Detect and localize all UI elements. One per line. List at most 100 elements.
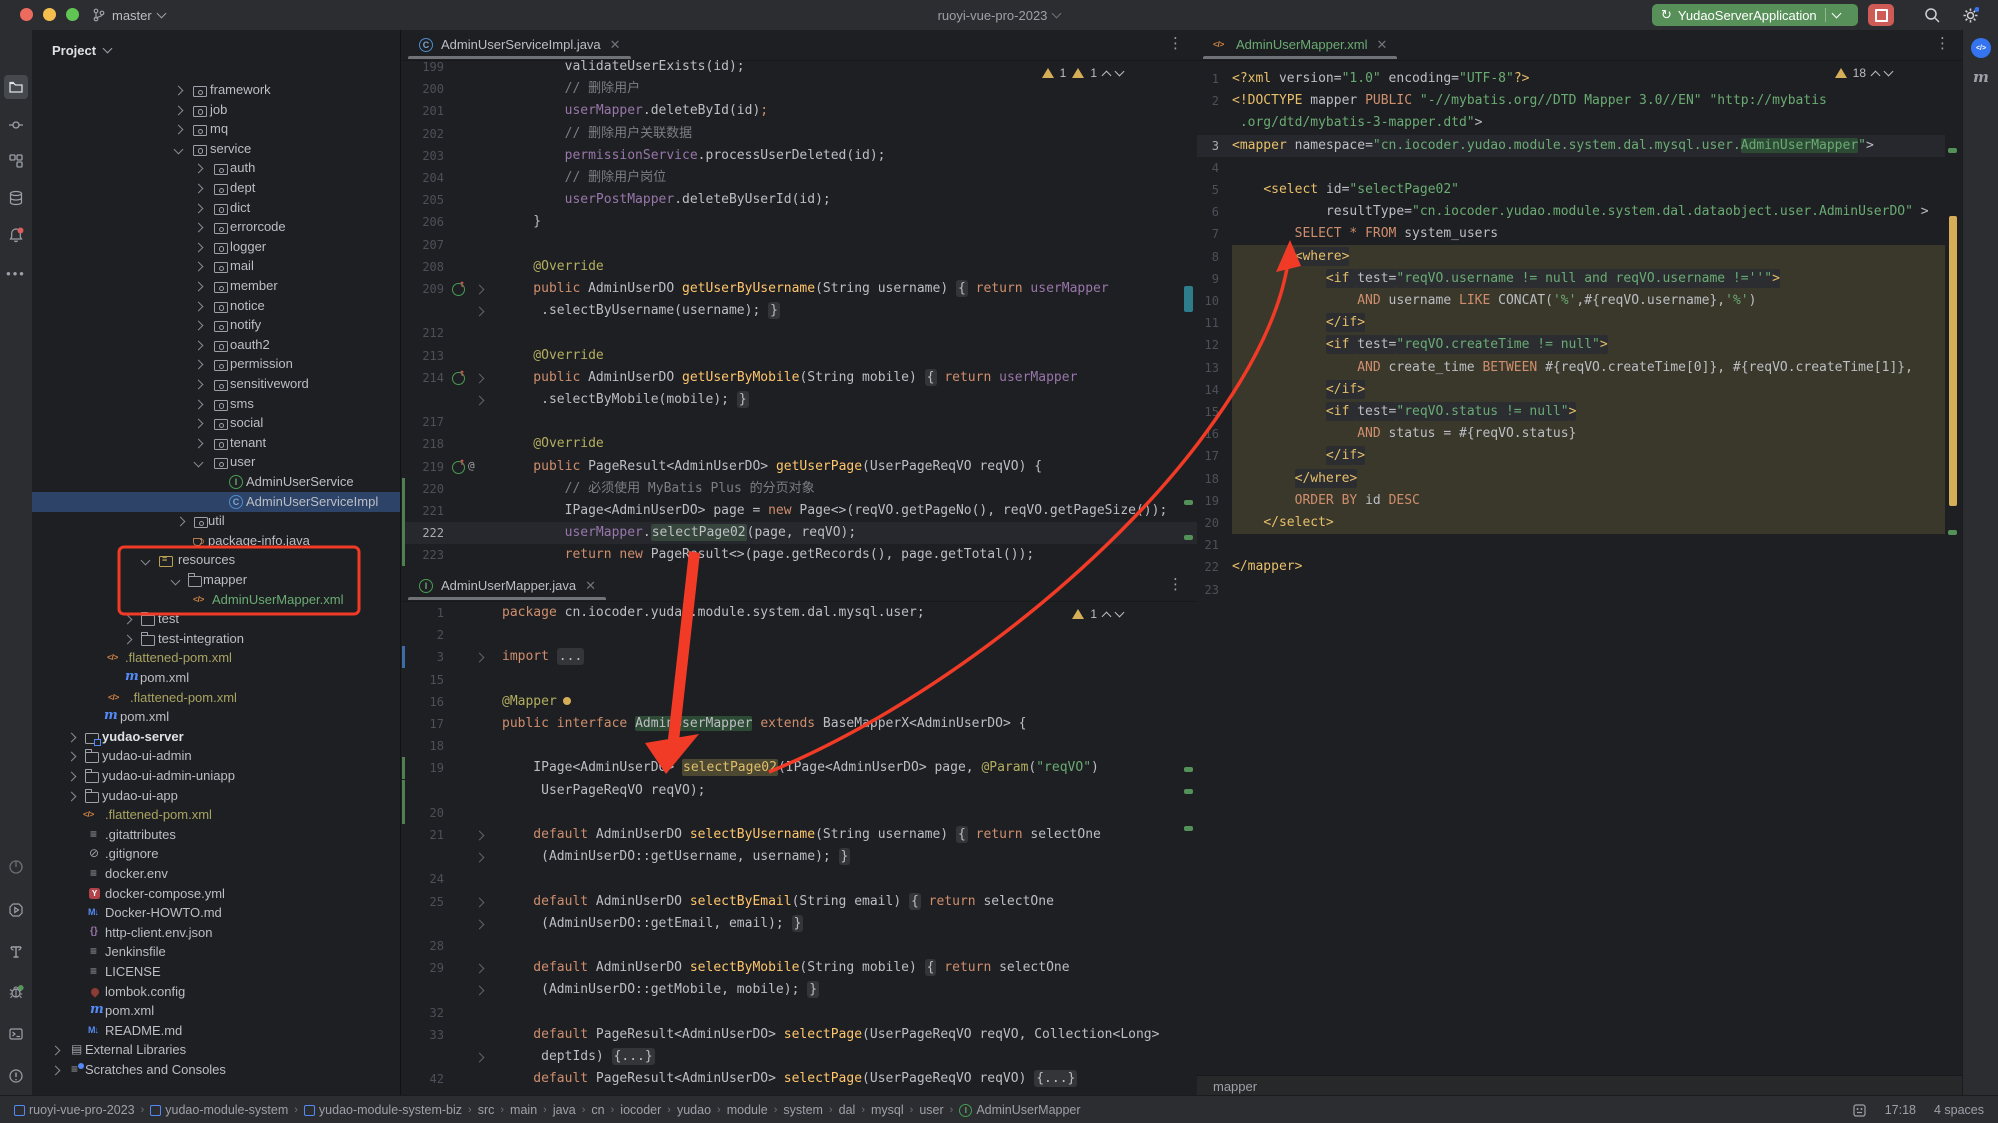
editor-pane-service-impl[interactable]: AdminUserServiceImpl.java ✕ ⋮ 199 valida…: [402, 30, 1198, 571]
tree-item-yudao-server[interactable]: yudao-server: [32, 727, 400, 747]
expand-icon[interactable]: [174, 105, 184, 115]
tree-item-adminuserserviceimpl[interactable]: AdminUserServiceImpl: [32, 492, 400, 512]
tree-item-docker-compose-yml[interactable]: docker-compose.yml: [32, 884, 400, 904]
tree-item-adminusermapper-xml[interactable]: AdminUserMapper.xml: [32, 590, 400, 610]
expand-icon[interactable]: [67, 791, 77, 801]
bottom-editor-inspection-widget[interactable]: 1: [1068, 605, 1127, 623]
status-crumb-iocoder[interactable]: iocoder: [620, 1103, 661, 1117]
fold-icon[interactable]: [475, 831, 485, 841]
tree-item-user[interactable]: user: [32, 452, 400, 472]
commit-tool-icon[interactable]: [4, 113, 28, 137]
tree-item-job[interactable]: job: [32, 100, 400, 120]
project-tool-icon[interactable]: [4, 75, 28, 99]
tree-item-mail[interactable]: mail: [32, 256, 400, 276]
tree-item-test[interactable]: test: [32, 609, 400, 629]
tree-item--flattened-pom-xml[interactable]: .flattened-pom.xml: [32, 805, 400, 825]
tree-item-social[interactable]: social: [32, 413, 400, 433]
expand-icon[interactable]: [194, 438, 204, 448]
expand-icon[interactable]: [194, 223, 204, 233]
override-gutter-icon[interactable]: [452, 461, 465, 474]
expand-icon[interactable]: [174, 86, 184, 96]
tree-item-tenant[interactable]: tenant: [32, 433, 400, 453]
expand-icon[interactable]: [194, 419, 204, 429]
tree-item-resources[interactable]: resources: [32, 550, 400, 570]
terminal-tool-icon[interactable]: [4, 1022, 28, 1046]
tree-item-notify[interactable]: notify: [32, 315, 400, 335]
status-breadcrumbs[interactable]: ruoyi-vue-pro-2023›yudao-module-system›y…: [0, 1103, 1081, 1117]
next-warning-icon[interactable]: [1115, 608, 1125, 618]
expand-icon[interactable]: [194, 399, 204, 409]
tab-close-icon[interactable]: ✕: [610, 37, 621, 53]
fold-icon[interactable]: [475, 919, 485, 929]
scrollbar-mark-green-2[interactable]: [1184, 789, 1193, 794]
tree-item-adminuserservice[interactable]: AdminUserService: [32, 472, 400, 492]
expand-icon[interactable]: [67, 732, 77, 742]
expand-icon[interactable]: [194, 184, 204, 194]
fold-icon[interactable]: [475, 285, 485, 295]
tree-item-jenkinsfile[interactable]: Jenkinsfile: [32, 942, 400, 962]
tab-admin-user-mapper-xml[interactable]: AdminUserMapper.xml ✕: [1203, 30, 1397, 59]
services-tool-icon[interactable]: [4, 898, 28, 922]
tree-item-service[interactable]: service: [32, 139, 400, 159]
fold-icon[interactable]: [475, 307, 485, 317]
tree-item-pom-xml[interactable]: pom.xml: [32, 668, 400, 688]
prev-warning-icon[interactable]: [1871, 70, 1881, 80]
expand-icon[interactable]: [194, 262, 204, 272]
tree-item-oauth2[interactable]: oauth2: [32, 335, 400, 355]
tree-item-dept[interactable]: dept: [32, 178, 400, 198]
project-panel-header[interactable]: Project: [32, 30, 401, 70]
expand-icon[interactable]: [194, 360, 204, 370]
next-warning-icon[interactable]: [1884, 67, 1894, 77]
status-crumb-java[interactable]: java: [553, 1103, 576, 1117]
fold-icon[interactable]: [475, 373, 485, 383]
tree-item-auth[interactable]: auth: [32, 158, 400, 178]
status-crumb-main[interactable]: main: [510, 1103, 537, 1117]
tree-item-docker-howto-md[interactable]: Docker-HOWTO.md: [32, 903, 400, 923]
tree-item--flattened-pom-xml[interactable]: .flattened-pom.xml: [32, 688, 400, 708]
tree-item-mq[interactable]: mq: [32, 119, 400, 139]
tree-item--gitattributes[interactable]: .gitattributes: [32, 825, 400, 845]
search-icon[interactable]: [1924, 7, 1941, 24]
tree-item-http-client-env-json[interactable]: http-client.env.json: [32, 923, 400, 943]
tree-item-mapper[interactable]: mapper: [32, 570, 400, 590]
ai-assistant-icon[interactable]: </>: [1971, 38, 1991, 58]
collapse-icon[interactable]: [194, 458, 204, 468]
status-crumb-mysql[interactable]: mysql: [871, 1103, 904, 1117]
expand-icon[interactable]: [194, 164, 204, 174]
database-tool-icon[interactable]: [4, 186, 28, 210]
scrollbar-mark-green-2[interactable]: [1948, 530, 1957, 535]
stop-button[interactable]: [1868, 4, 1894, 26]
tree-item-scratches-and-consoles[interactable]: Scratches and Consoles: [32, 1060, 400, 1080]
tree-item-external-libraries[interactable]: External Libraries: [32, 1040, 400, 1060]
tab-close-icon[interactable]: ✕: [1377, 37, 1388, 53]
status-crumb-ruoyi-vue-pro-2023[interactable]: ruoyi-vue-pro-2023: [14, 1103, 135, 1117]
status-crumb-system[interactable]: system: [783, 1103, 823, 1117]
fold-icon[interactable]: [475, 1053, 485, 1063]
fold-icon[interactable]: [475, 897, 485, 907]
tree-item--flattened-pom-xml[interactable]: .flattened-pom.xml: [32, 648, 400, 668]
xml-editor-options-icon[interactable]: ⋮: [1935, 39, 1949, 49]
expand-icon[interactable]: [194, 301, 204, 311]
tab-close-icon[interactable]: ✕: [585, 578, 596, 594]
status-crumb-cn[interactable]: cn: [591, 1103, 604, 1117]
override-gutter-icon[interactable]: [452, 283, 465, 296]
expand-icon[interactable]: [174, 125, 184, 135]
ide-status-icon[interactable]: [1852, 1103, 1867, 1118]
status-crumb-src[interactable]: src: [478, 1103, 495, 1117]
editor-pane-mapper-xml[interactable]: AdminUserMapper.xml ✕ ⋮ 1<?xml version="…: [1197, 30, 1962, 1075]
expand-icon[interactable]: [176, 517, 186, 527]
tree-item-yudao-ui-admin[interactable]: yudao-ui-admin: [32, 746, 400, 766]
problems-tool-icon[interactable]: [4, 1064, 28, 1088]
run-config-chevron-icon[interactable]: [1831, 9, 1841, 19]
status-crumb-user[interactable]: user: [919, 1103, 943, 1117]
scrollbar-mark-green[interactable]: [1184, 767, 1193, 772]
top-editor-options-icon[interactable]: ⋮: [1168, 39, 1182, 49]
tab-admin-user-service-impl[interactable]: AdminUserServiceImpl.java ✕: [408, 30, 631, 59]
xml-editor-inspection-widget[interactable]: 18: [1831, 64, 1896, 82]
tree-item-util[interactable]: util: [32, 511, 400, 531]
intention-bulb-icon[interactable]: [563, 697, 571, 705]
fold-icon[interactable]: [475, 853, 485, 863]
more-tools-icon[interactable]: •••: [4, 261, 28, 285]
indent-setting[interactable]: 4 spaces: [1934, 1103, 1984, 1117]
scrollbar-mark-green-3[interactable]: [1184, 826, 1193, 831]
